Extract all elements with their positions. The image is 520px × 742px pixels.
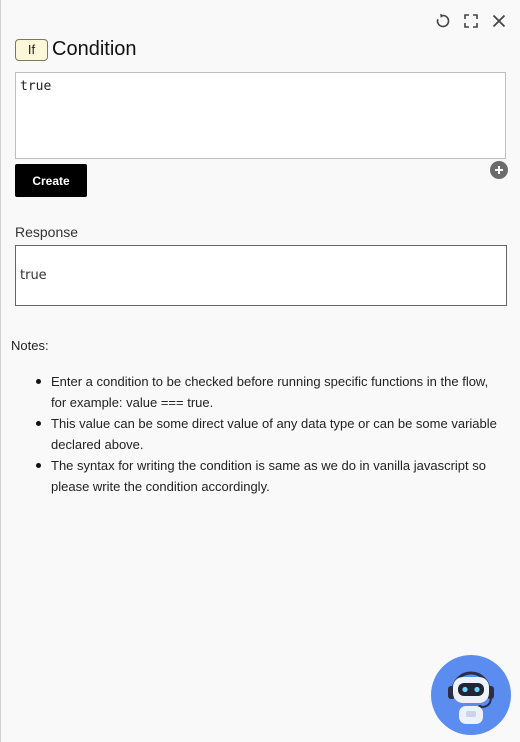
panel-border [0, 0, 1, 742]
response-label: Response [15, 224, 79, 240]
panel-toolbar [434, 12, 508, 30]
condition-editor[interactable]: true [15, 72, 506, 159]
notes-item: This value can be some direct value of a… [36, 413, 506, 455]
create-button[interactable]: Create [15, 164, 87, 197]
refresh-icon[interactable] [434, 12, 452, 30]
add-icon[interactable] [490, 161, 508, 179]
notes-list: Enter a condition to be checked before r… [36, 371, 506, 497]
condition-editor-value: true [20, 79, 52, 94]
notes-heading: Notes: [11, 338, 49, 353]
chatbot-launcher[interactable] [431, 655, 511, 735]
page-title: Condition [52, 38, 137, 60]
response-value: true [20, 268, 47, 283]
response-output: true [15, 245, 507, 306]
fullscreen-icon[interactable] [462, 12, 480, 30]
node-type-badge: If [15, 38, 48, 61]
robot-icon [448, 671, 494, 724]
notes-item: Enter a condition to be checked before r… [36, 371, 506, 413]
close-icon[interactable] [490, 12, 508, 30]
node-header: If Condition [15, 38, 137, 61]
notes-item: The syntax for writing the condition is … [36, 455, 506, 497]
